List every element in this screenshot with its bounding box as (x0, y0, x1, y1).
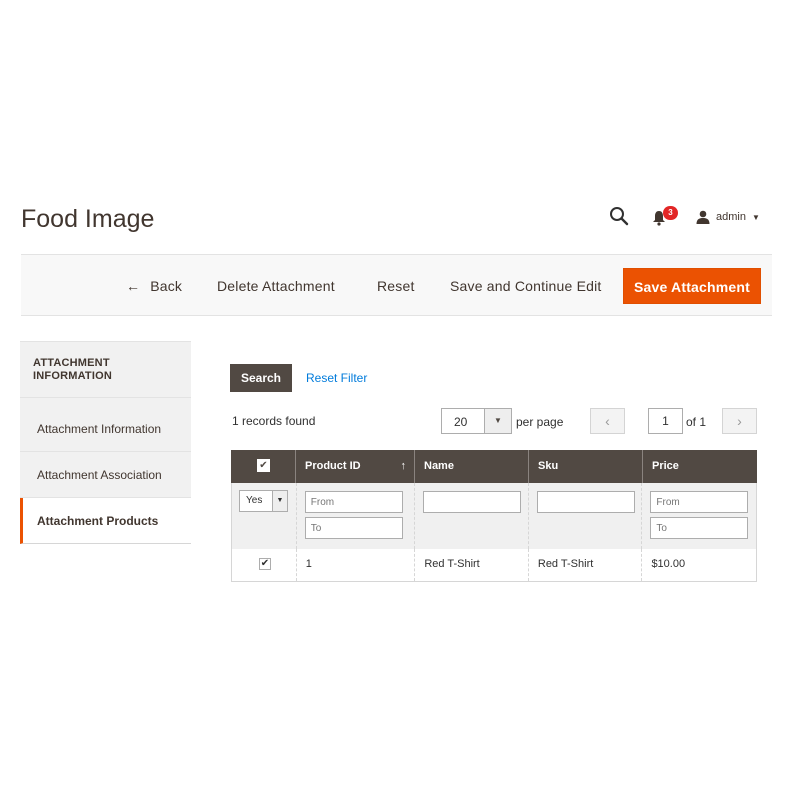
sidebar-item-attachment-association[interactable]: Attachment Association (20, 452, 191, 498)
column-header-sku[interactable]: Sku (529, 450, 643, 483)
per-page-select[interactable]: 20 ▼ (441, 408, 512, 434)
page-total: of 1 (686, 415, 707, 429)
save-attachment-button[interactable]: Save Attachment (623, 268, 761, 304)
search-icon[interactable] (609, 206, 629, 226)
filter-name-cell (415, 483, 529, 549)
sidebar: ATTACHMENT INFORMATION Attachment Inform… (20, 341, 191, 544)
previous-page-button[interactable]: ‹ (590, 408, 625, 434)
cell-name: Red T-Shirt (415, 549, 529, 581)
records-count: 1 records found (232, 414, 316, 428)
table-row[interactable]: ✔ 1 Red T-Shirt Red T-Shirt $10.00 (231, 549, 757, 582)
column-label: Product ID (305, 460, 361, 472)
user-name: admin (716, 211, 746, 223)
chevron-down-icon: ▼ (272, 491, 287, 511)
price-from-field[interactable] (650, 491, 749, 513)
arrow-left-icon: ← (126, 278, 141, 294)
user-menu[interactable]: admin ▼ (696, 207, 760, 227)
user-icon (696, 210, 710, 224)
column-header-product-id[interactable]: Product ID ↑ (296, 450, 415, 483)
header-select-column: ✔ (231, 450, 296, 483)
chevron-down-icon: ▼ (751, 212, 760, 222)
in-products-filter-select[interactable]: Yes ▼ (239, 490, 288, 512)
column-header-name[interactable]: Name (415, 450, 529, 483)
sidebar-item-attachment-products[interactable]: Attachment Products (20, 498, 191, 544)
cell-product-id: 1 (297, 549, 416, 581)
product-id-from-field[interactable] (304, 491, 403, 513)
filter-price-cell (642, 483, 756, 549)
sidebar-item-attachment-information[interactable]: Attachment Information (20, 398, 191, 452)
filter-select-cell: Yes ▼ (232, 483, 297, 549)
price-to-field[interactable] (650, 517, 749, 539)
sort-arrow-icon: ↑ (400, 460, 407, 472)
chevron-right-icon: › (737, 413, 742, 429)
chevron-left-icon: ‹ (605, 413, 610, 429)
sku-filter-field[interactable] (536, 491, 635, 513)
delete-attachment-button[interactable]: Delete Attachment (217, 269, 335, 303)
page-title: Food Image (21, 205, 155, 233)
per-page-label: per page (516, 415, 564, 429)
name-filter-field[interactable] (423, 491, 522, 513)
products-grid: ✔ Product ID ↑ Name Sku Price Yes ▼ From… (231, 450, 757, 582)
back-button[interactable]: ← Back (126, 269, 182, 303)
page-number-input[interactable]: 1 (648, 408, 683, 434)
reset-button[interactable]: Reset (377, 269, 415, 303)
column-header-price[interactable]: Price (643, 450, 757, 483)
back-label: Back (150, 278, 183, 294)
row-select-cell: ✔ (232, 549, 297, 581)
next-page-button[interactable]: › (722, 408, 757, 434)
select-all-checkbox[interactable]: ✔ (257, 459, 270, 472)
save-and-continue-button[interactable]: Save and Continue Edit (450, 269, 602, 303)
in-products-filter-value: Yes (246, 495, 263, 506)
filter-sku-cell (529, 483, 643, 549)
search-button[interactable]: Search (230, 364, 292, 392)
notification-badge: 3 (663, 206, 678, 220)
filter-row: Yes ▼ (231, 483, 757, 549)
filter-product-id-cell (297, 483, 416, 549)
per-page-value: 20 (454, 415, 468, 429)
notifications-button[interactable]: 3 (652, 206, 678, 227)
chevron-down-icon[interactable]: ▼ (484, 409, 511, 433)
header-actions: 3 admin ▼ (600, 204, 780, 228)
row-checkbox[interactable]: ✔ (259, 558, 271, 570)
page-actions-toolbar: ← Back Delete Attachment Reset Save and C… (21, 254, 772, 316)
grid-header: ✔ Product ID ↑ Name Sku Price (231, 450, 757, 483)
product-id-to-field[interactable] (304, 517, 403, 539)
sidebar-heading: ATTACHMENT INFORMATION (20, 341, 191, 398)
cell-price: $10.00 (651, 558, 686, 570)
cell-sku: Red T-Shirt (529, 549, 643, 581)
reset-filter-link[interactable]: Reset Filter (306, 371, 367, 385)
